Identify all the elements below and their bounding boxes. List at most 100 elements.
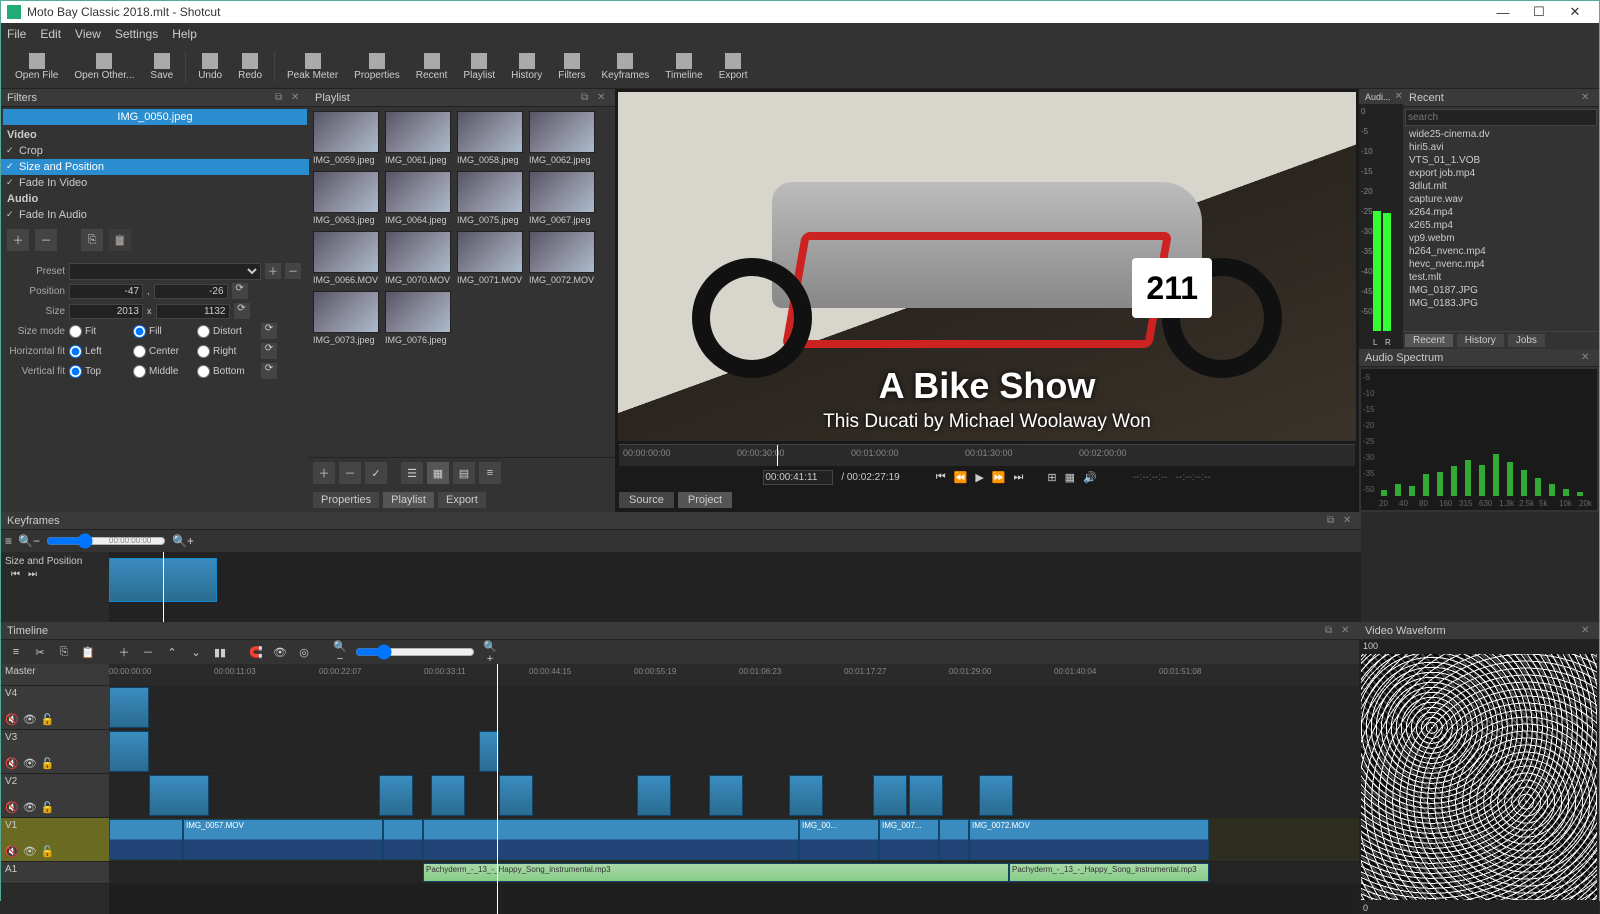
playlist-thumb[interactable]: IMG_0064.jpeg: [385, 171, 451, 225]
recent-item[interactable]: h264_nvenc.mp4: [1403, 245, 1599, 258]
lock-icon[interactable]: 🔓: [41, 757, 55, 770]
menu-settings[interactable]: Settings: [115, 27, 158, 41]
vfit-top[interactable]: Top: [69, 365, 129, 378]
position-y-input[interactable]: [154, 284, 228, 299]
track-lane-v1[interactable]: IMG_0057.MOVIMG_00...IMG_007...IMG_0072.…: [109, 818, 1359, 862]
timeline-clip[interactable]: [873, 775, 907, 816]
playlist-view-icons-button[interactable]: ▤: [453, 462, 475, 484]
tab-project[interactable]: Project: [678, 492, 732, 508]
recent-item[interactable]: capture.wav: [1403, 193, 1599, 206]
rewind-button[interactable]: ⏪: [954, 471, 968, 484]
redo-button[interactable]: Redo: [230, 51, 270, 83]
sizemode-fit[interactable]: Fit: [69, 325, 129, 338]
sizemode-reset[interactable]: ⟳: [261, 323, 277, 339]
recent-item[interactable]: IMG_0183.JPG: [1403, 297, 1599, 310]
hfit-reset[interactable]: ⟳: [261, 343, 277, 359]
playlist-thumb[interactable]: IMG_0067.jpeg: [529, 171, 595, 225]
tl-copy-button[interactable]: ⎘: [55, 646, 73, 659]
recent-search-input[interactable]: [1405, 109, 1597, 126]
tab-source[interactable]: Source: [619, 492, 674, 508]
timeline-clip[interactable]: [379, 775, 413, 816]
recent-item[interactable]: wide25-cinema.dv: [1403, 128, 1599, 141]
playlist-add-button[interactable]: ＋: [313, 462, 335, 484]
size-h-input[interactable]: [156, 304, 230, 319]
tab-history[interactable]: History: [1457, 334, 1504, 347]
timeline-clip[interactable]: [109, 731, 149, 772]
recent-item[interactable]: export job.mp4: [1403, 167, 1599, 180]
kf-prev-button[interactable]: ⏮: [11, 569, 20, 580]
track-lane-a1[interactable]: Pachyderm_-_13_-_Happy_Song_instrumental…: [109, 862, 1359, 884]
add-filter-button[interactable]: ＋: [7, 229, 29, 251]
timeline-clip[interactable]: [709, 775, 743, 816]
properties-button[interactable]: Properties: [346, 51, 408, 83]
panel-close-icon[interactable]: ✕: [291, 92, 303, 104]
open-file-button[interactable]: Open File: [7, 51, 66, 83]
recent-button[interactable]: Recent: [408, 51, 456, 83]
timeline-clip[interactable]: [499, 775, 533, 816]
timeline-playhead[interactable]: [497, 664, 498, 914]
panel-close-icon[interactable]: ✕: [597, 92, 609, 104]
tab-recent[interactable]: Recent: [1405, 334, 1453, 347]
timeline-clip[interactable]: [109, 819, 183, 860]
preview-video[interactable]: 211 A Bike Show This Ducati by Michael W…: [618, 92, 1356, 441]
hfit-left[interactable]: Left: [69, 345, 129, 358]
kf-zoom-in-button[interactable]: 🔍+: [172, 534, 194, 548]
history-button[interactable]: History: [503, 51, 550, 83]
timeline-clip[interactable]: [109, 687, 149, 728]
playlist-thumb[interactable]: IMG_0062.jpeg: [529, 111, 595, 165]
remove-filter-button[interactable]: －: [35, 229, 57, 251]
skip-prev-button[interactable]: ⏮: [936, 471, 946, 484]
recent-item[interactable]: 3dlut.mlt: [1403, 180, 1599, 193]
tl-snap-button[interactable]: 🧲: [247, 646, 265, 659]
timeline-tracks-area[interactable]: 00:00:00:0000:00:11:0300:00:22:0700:00:3…: [109, 664, 1359, 914]
timeline-clip[interactable]: Pachyderm_-_13_-_Happy_Song_instrumental…: [1009, 863, 1209, 882]
timeline-clip[interactable]: IMG_007...: [879, 819, 939, 860]
zoom-button[interactable]: ⊞: [1047, 471, 1056, 484]
panel-close-icon[interactable]: ✕: [1581, 352, 1593, 364]
timecode-current[interactable]: [763, 470, 833, 485]
hide-icon[interactable]: 👁: [23, 757, 37, 770]
ffwd-button[interactable]: ⏩: [992, 471, 1006, 484]
size-w-input[interactable]: [69, 304, 143, 319]
track-lane-v4[interactable]: [109, 686, 1359, 730]
tl-zoom-out-button[interactable]: 🔍−: [331, 640, 349, 665]
tab-jobs[interactable]: Jobs: [1508, 334, 1545, 347]
playlist-menu-button[interactable]: ≡: [479, 462, 501, 484]
playlist-view-details-button[interactable]: ☰: [401, 462, 423, 484]
playlist-thumb[interactable]: IMG_0061.jpeg: [385, 111, 451, 165]
tl-paste-button[interactable]: 📋: [79, 646, 97, 659]
open-other-button[interactable]: Open Other...: [66, 51, 142, 83]
mute-icon[interactable]: 🔇: [5, 713, 19, 726]
timeline-clip[interactable]: IMG_00...: [799, 819, 879, 860]
panel-close-icon[interactable]: ✕: [1341, 625, 1353, 637]
preset-select[interactable]: [69, 263, 261, 280]
track-v1[interactable]: V1🔇👁🔓: [1, 818, 109, 862]
track-lane-v2[interactable]: [109, 774, 1359, 818]
track-lane-v3[interactable]: [109, 730, 1359, 774]
filter-item[interactable]: ✓Crop: [1, 143, 309, 159]
preset-save-button[interactable]: ＋: [265, 263, 281, 279]
preset-delete-button[interactable]: －: [285, 263, 301, 279]
kf-playhead[interactable]: [163, 552, 164, 622]
minimize-button[interactable]: —: [1485, 5, 1521, 20]
recent-item[interactable]: x265.mp4: [1403, 219, 1599, 232]
playlist-thumb[interactable]: IMG_0073.jpeg: [313, 291, 379, 345]
paste-filter-button[interactable]: 📋: [109, 229, 131, 251]
tab-export[interactable]: Export: [438, 492, 486, 508]
hfit-center[interactable]: Center: [133, 345, 193, 358]
peak-meter-button[interactable]: Peak Meter: [279, 51, 346, 83]
playlist-thumb[interactable]: IMG_0063.jpeg: [313, 171, 379, 225]
playlist-thumb[interactable]: IMG_0072.MOV: [529, 231, 595, 285]
playlist-thumb[interactable]: IMG_0075.jpeg: [457, 171, 523, 225]
playlist-view-tiles-button[interactable]: ▦: [427, 462, 449, 484]
mute-icon[interactable]: 🔇: [5, 801, 19, 814]
playlist-button[interactable]: Playlist: [455, 51, 503, 83]
preview-ruler[interactable]: 00:00:00:0000:00:30:0000:01:00:0000:01:3…: [619, 444, 1355, 466]
panel-undock-icon[interactable]: ⧉: [581, 92, 593, 104]
kf-menu-button[interactable]: ≡: [5, 534, 12, 548]
timeline-button[interactable]: Timeline: [657, 51, 710, 83]
timeline-clip[interactable]: Pachyderm_-_13_-_Happy_Song_instrumental…: [423, 863, 1009, 882]
track-v4[interactable]: V4🔇👁🔓: [1, 686, 109, 730]
timeline-clip[interactable]: [479, 731, 499, 772]
tl-split-button[interactable]: ▮▮: [211, 646, 229, 659]
